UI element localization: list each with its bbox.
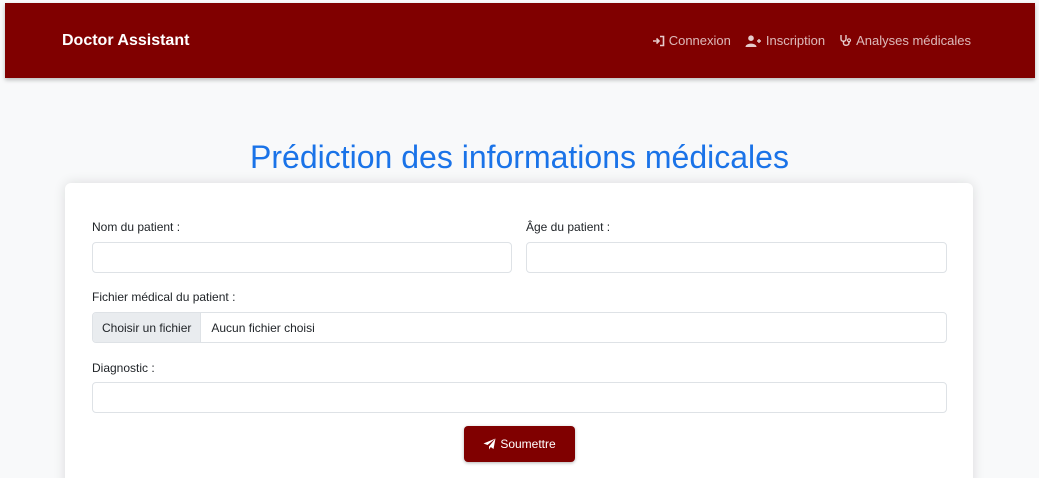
prediction-form: Nom du patient : Âge du patient : Fichie… xyxy=(65,183,973,478)
brand[interactable]: Doctor Assistant xyxy=(62,32,189,50)
stethoscope-icon xyxy=(840,35,852,47)
nav-link-label: Inscription xyxy=(765,33,826,48)
nav-link-label: Connexion xyxy=(668,33,731,48)
sign-in-icon xyxy=(652,35,665,46)
medical-file-label: Fichier médical du patient : xyxy=(92,290,236,304)
nav-link-analyses[interactable]: Analyses médicales xyxy=(839,33,971,48)
submit-label: Soumettre xyxy=(500,437,556,451)
nav-link-connexion[interactable]: Connexion xyxy=(652,33,731,48)
medical-file-input[interactable]: Choisir un fichier Aucun fichier choisi xyxy=(92,312,947,343)
submit-button[interactable]: Soumettre xyxy=(464,426,575,462)
diagnostic-label: Diagnostic : xyxy=(92,361,155,375)
file-status: Aucun fichier choisi xyxy=(211,320,315,335)
diagnostic-input[interactable] xyxy=(92,382,947,413)
page-title: Prédiction des informations médicales xyxy=(250,139,789,175)
nav-links: Connexion Inscription Analyses médicales xyxy=(638,33,971,48)
navbar: Doctor Assistant Connexion Inscription A xyxy=(5,3,1035,78)
patient-name-input[interactable] xyxy=(92,242,512,273)
nav-link-label: Analyses médicales xyxy=(856,33,971,48)
patient-name-label: Nom du patient : xyxy=(92,220,181,234)
patient-age-input[interactable] xyxy=(526,242,947,273)
choose-file-button[interactable]: Choisir un fichier xyxy=(93,313,202,342)
user-plus-icon xyxy=(745,34,761,47)
patient-age-label: Âge du patient : xyxy=(526,220,611,234)
nav-link-inscription[interactable]: Inscription xyxy=(745,33,825,48)
paper-plane-icon xyxy=(483,438,496,450)
